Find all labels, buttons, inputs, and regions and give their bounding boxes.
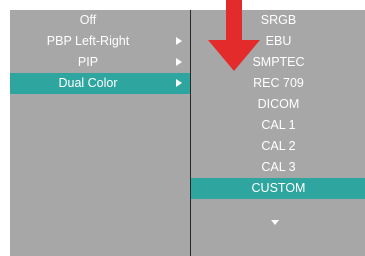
submenu-item-rec-709[interactable]: REC 709 xyxy=(191,73,365,94)
menu-item-dual-color[interactable]: Dual Color xyxy=(10,73,190,94)
submenu-item-cal-3[interactable]: CAL 3 xyxy=(191,157,365,178)
triangle-down-icon[interactable] xyxy=(271,220,279,225)
menu-item-label: PIP xyxy=(77,55,99,69)
chevron-right-icon xyxy=(176,58,182,66)
menu-item-pbp-left-right[interactable]: PBP Left-Right xyxy=(10,31,190,52)
menu-item-label: PBP Left-Right xyxy=(46,34,130,48)
submenu-item-custom[interactable]: CUSTOM xyxy=(191,178,365,199)
osd-menu: Off PBP Left-Right PIP Dual Color SRGB E… xyxy=(10,10,365,256)
menu-item-label: Dual Color xyxy=(58,76,118,90)
left-menu-list: Off PBP Left-Right PIP Dual Color xyxy=(10,10,190,94)
red-down-arrow-icon xyxy=(208,0,260,71)
submenu-item-dicom[interactable]: DICOM xyxy=(191,94,365,115)
menu-item-off[interactable]: Off xyxy=(10,10,190,31)
menu-item-label: Off xyxy=(79,13,97,27)
menu-item-pip[interactable]: PIP xyxy=(10,52,190,73)
submenu-item-cal-1[interactable]: CAL 1 xyxy=(191,115,365,136)
submenu-item-cal-2[interactable]: CAL 2 xyxy=(191,136,365,157)
chevron-right-icon xyxy=(176,37,182,45)
chevron-right-icon xyxy=(176,79,182,87)
